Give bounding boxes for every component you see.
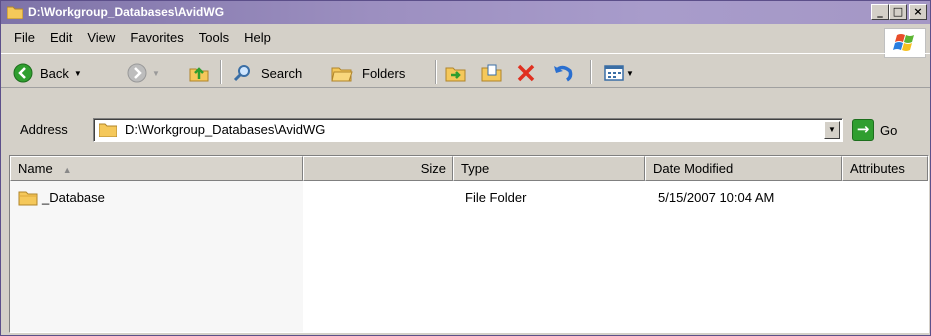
column-headers: Name ▲ Size Type Date Modified Attributes <box>10 156 928 181</box>
address-value: D:\Workgroup_Databases\AvidWG <box>125 122 326 137</box>
file-list[interactable]: Name ▲ Size Type Date Modified Attributes… <box>9 155 929 333</box>
undo-button[interactable] <box>552 63 574 83</box>
back-arrow-icon <box>13 63 33 83</box>
search-button[interactable]: Search <box>232 63 302 83</box>
column-header-attributes[interactable]: Attributes <box>842 156 928 181</box>
folder-icon <box>18 191 38 206</box>
toolbar: Back ▼ ▼ Search Folders ▼ <box>1 53 930 88</box>
menu-tools[interactable]: Tools <box>199 30 229 45</box>
copy-to-button[interactable] <box>481 63 503 83</box>
menu-help[interactable]: Help <box>244 30 271 45</box>
folder-icon <box>99 123 117 137</box>
title-bar[interactable]: D:\Workgroup_Databases\AvidWG _ □ × <box>1 1 930 24</box>
list-item[interactable]: _Database File Folder 5/15/2007 10:04 AM <box>10 188 928 208</box>
delete-icon <box>517 64 535 82</box>
item-date-modified: 5/15/2007 10:04 AM <box>658 190 775 205</box>
forward-dropdown-icon[interactable]: ▼ <box>152 69 160 78</box>
column-header-date-modified[interactable]: Date Modified <box>645 156 842 181</box>
column-header-name[interactable]: Name ▲ <box>10 156 303 181</box>
explorer-window: D:\Workgroup_Databases\AvidWG _ □ × File… <box>0 0 931 336</box>
views-icon <box>604 65 624 81</box>
go-label: Go <box>880 122 898 138</box>
menu-edit[interactable]: Edit <box>50 30 72 45</box>
item-name: _Database <box>42 190 105 205</box>
move-to-icon <box>445 67 466 82</box>
views-dropdown-icon[interactable]: ▼ <box>626 69 634 78</box>
copy-to-icon <box>481 64 502 82</box>
folders-icon <box>331 67 353 82</box>
minimize-button[interactable]: _ <box>871 4 889 20</box>
back-dropdown-icon[interactable]: ▼ <box>74 69 82 78</box>
menu-favorites[interactable]: Favorites <box>130 30 183 45</box>
go-icon: → <box>852 119 874 141</box>
item-type: File Folder <box>465 190 527 205</box>
column-header-type[interactable]: Type <box>453 156 645 181</box>
folders-button[interactable]: Folders <box>331 63 405 83</box>
sort-ascending-icon: ▲ <box>62 165 72 175</box>
back-label: Back <box>40 65 69 81</box>
search-icon <box>233 65 250 82</box>
column-header-size[interactable]: Size <box>303 156 453 181</box>
address-input[interactable]: D:\Workgroup_Databases\AvidWG ▼ <box>93 118 843 142</box>
folders-label: Folders <box>362 65 406 81</box>
delete-button[interactable] <box>516 63 536 83</box>
window-title: D:\Workgroup_Databases\AvidWG <box>28 5 225 19</box>
up-button[interactable] <box>188 63 210 83</box>
views-button[interactable]: ▼ <box>603 63 634 83</box>
menu-file[interactable]: File <box>14 30 35 45</box>
menu-view[interactable]: View <box>87 30 115 45</box>
folder-icon <box>7 6 23 19</box>
forward-button[interactable]: ▼ <box>127 63 160 83</box>
search-label: Search <box>261 65 303 81</box>
address-label: Address <box>20 122 68 137</box>
close-button[interactable]: × <box>909 4 927 20</box>
up-folder-icon <box>189 67 209 82</box>
undo-icon <box>554 65 573 82</box>
address-dropdown-button[interactable]: ▼ <box>824 121 840 139</box>
maximize-button[interactable]: □ <box>889 4 907 20</box>
column-header-name-label: Name <box>18 161 53 176</box>
forward-arrow-icon <box>127 63 147 83</box>
move-to-button[interactable] <box>445 63 467 83</box>
menu-bar: File Edit View Favorites Tools Help <box>1 24 930 58</box>
go-button[interactable]: → Go <box>852 119 897 141</box>
back-button[interactable]: Back ▼ <box>13 63 82 83</box>
